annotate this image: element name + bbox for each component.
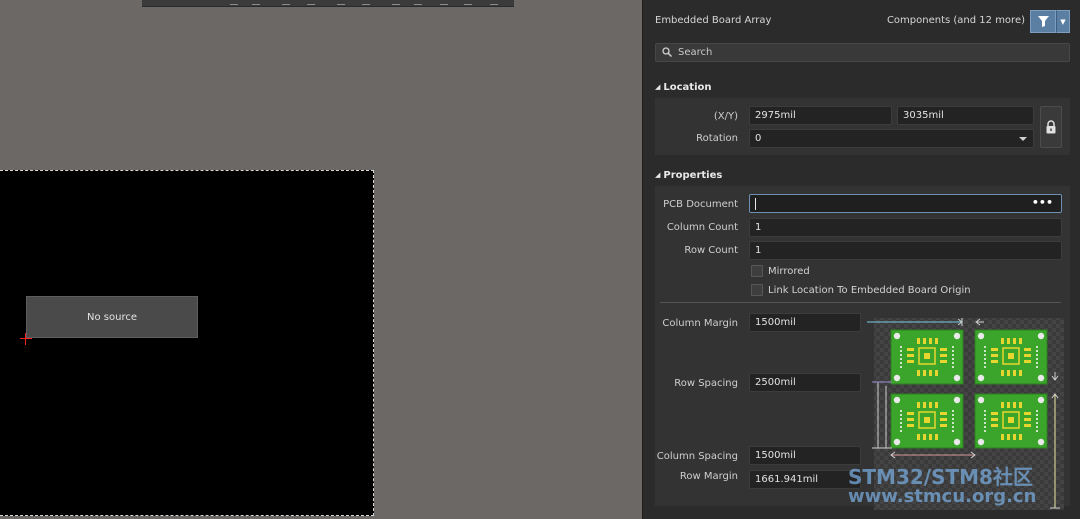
properties-heading: Properties: [663, 170, 723, 181]
row-count-label: Row Count: [684, 245, 738, 256]
board-instance: [890, 393, 964, 449]
column-count-label: Column Count: [666, 222, 738, 233]
location-heading: Location: [663, 82, 712, 93]
pcb-document-field[interactable]: •••: [749, 194, 1062, 213]
toolbar-button[interactable]: [282, 1, 290, 5]
browse-ellipsis-icon[interactable]: •••: [1032, 196, 1053, 209]
toolbar-button[interactable]: [230, 1, 238, 5]
row-count-field[interactable]: 1: [749, 241, 1062, 260]
panel-title: Embedded Board Array: [655, 15, 772, 26]
filter-icon: [1037, 16, 1049, 27]
row-margin-label: Row Margin: [679, 471, 738, 482]
search-box[interactable]: [655, 43, 1070, 62]
canvas-toolbar[interactable]: [142, 0, 514, 7]
link-origin-checkbox[interactable]: [751, 284, 763, 296]
mirrored-label: Mirrored: [768, 266, 810, 277]
watermark-line2: www.stmcu.org.cn: [848, 486, 1037, 507]
row-margin-field[interactable]: 1661.941mil: [749, 470, 861, 489]
collapse-triangle-icon: ◢: [655, 171, 661, 179]
x-coordinate-field[interactable]: 2975mil: [749, 106, 892, 125]
rotation-value: 0: [755, 133, 762, 144]
rotation-label: Rotation: [696, 133, 738, 144]
y-coordinate-field[interactable]: 3035mil: [897, 106, 1034, 125]
mirrored-checkbox[interactable]: [751, 265, 763, 277]
xy-label: (X/Y): [713, 111, 738, 122]
board-outline[interactable]: [0, 170, 374, 516]
row-spacing-label: Row Spacing: [674, 378, 738, 389]
properties-section-header[interactable]: ◢ Properties: [655, 170, 722, 181]
no-source-label: No source: [87, 311, 137, 323]
search-icon: [662, 47, 673, 60]
origin-cross-icon: [20, 333, 32, 345]
chevron-down-icon: [1019, 137, 1027, 141]
toolbar-button[interactable]: [464, 1, 472, 5]
embedded-board-placeholder[interactable]: No source: [26, 296, 198, 338]
toolbar-button[interactable]: [392, 1, 400, 5]
chevron-down-icon: ▼: [1060, 17, 1066, 26]
toolbar-button[interactable]: [490, 1, 498, 5]
panel-header: Embedded Board Array Components (and 12 …: [643, 0, 1080, 40]
search-input[interactable]: [678, 45, 1058, 60]
section-divider: [660, 302, 1061, 303]
pcb-document-label: PCB Document: [663, 199, 738, 210]
column-margin-field[interactable]: 1500mil: [749, 313, 861, 332]
column-spacing-label: Column Spacing: [656, 451, 738, 462]
filter-dropdown-button[interactable]: ▼: [1056, 10, 1070, 33]
location-section-header[interactable]: ◢ Location: [655, 82, 712, 93]
board-instance: [890, 329, 964, 385]
filter-button[interactable]: [1030, 10, 1056, 33]
link-origin-label: Link Location To Embedded Board Origin: [768, 285, 971, 296]
column-spacing-field[interactable]: 1500mil: [749, 446, 861, 465]
column-count-field[interactable]: 1: [749, 218, 1062, 237]
text-cursor: [755, 198, 756, 210]
column-margin-label: Column Margin: [662, 318, 738, 329]
toolbar-button[interactable]: [252, 1, 260, 5]
toolbar-button[interactable]: [440, 1, 448, 5]
toolbar-button[interactable]: [337, 1, 345, 5]
toolbar-button[interactable]: [414, 1, 422, 5]
collapse-triangle-icon: ◢: [655, 83, 661, 91]
filter-summary[interactable]: Components (and 12 more): [887, 15, 1025, 26]
row-spacing-field[interactable]: 2500mil: [749, 373, 861, 392]
rotation-select[interactable]: 0: [749, 129, 1034, 148]
toolbar-button[interactable]: [307, 1, 315, 5]
board-instance: [974, 393, 1048, 449]
board-instance: [974, 329, 1048, 385]
lock-button[interactable]: [1040, 106, 1062, 148]
pcb-canvas[interactable]: No source: [0, 0, 642, 519]
lock-icon: [1046, 120, 1056, 134]
toolbar-button[interactable]: [362, 1, 370, 5]
